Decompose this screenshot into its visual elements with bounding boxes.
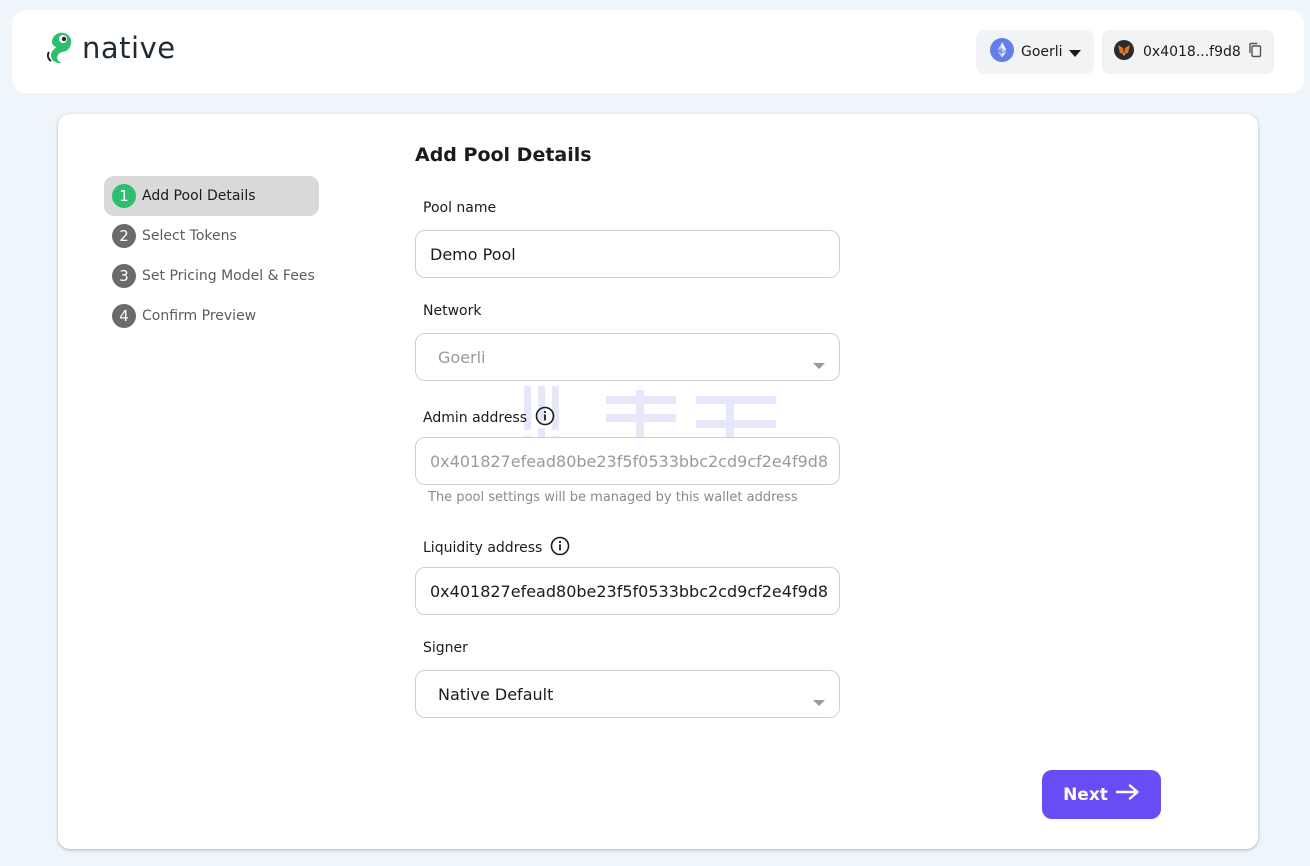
logo[interactable]: native xyxy=(46,30,176,66)
wallet-address-button[interactable]: 0x4018...f9d8 xyxy=(1102,30,1274,74)
stepper: 1 Add Pool Details 2 Select Tokens 3 Set… xyxy=(104,176,319,336)
signer-select-value: Native Default xyxy=(438,684,554,704)
step-label: Add Pool Details xyxy=(142,188,256,204)
ethereum-icon xyxy=(990,38,1014,66)
pool-name-label: Pool name xyxy=(423,200,496,216)
step-number: 3 xyxy=(112,264,136,288)
logo-text: native xyxy=(82,31,176,65)
pool-name-label-text: Pool name xyxy=(423,200,497,216)
info-icon[interactable] xyxy=(550,536,570,560)
step-number: 1 xyxy=(112,184,136,208)
info-icon[interactable] xyxy=(535,406,555,430)
admin-address-field[interactable] xyxy=(415,437,840,485)
admin-address-label: Admin address xyxy=(423,406,555,430)
admin-address-input[interactable] xyxy=(430,451,839,471)
step-set-pricing-model[interactable]: 3 Set Pricing Model & Fees xyxy=(104,256,319,296)
step-number: 4 xyxy=(112,304,136,328)
signer-select[interactable]: Native Default xyxy=(415,670,840,718)
network-select[interactable]: Goerli xyxy=(415,333,840,381)
native-logo-icon xyxy=(46,30,76,66)
step-add-pool-details[interactable]: 1 Add Pool Details xyxy=(104,176,319,216)
step-label: Confirm Preview xyxy=(142,308,257,324)
caret-down-icon xyxy=(1068,43,1081,62)
pool-name-input[interactable] xyxy=(430,244,839,264)
metamask-fox-icon xyxy=(1114,40,1134,64)
network-label: Goerli xyxy=(1021,44,1063,60)
step-number: 2 xyxy=(112,224,136,248)
copy-icon[interactable] xyxy=(1248,42,1262,62)
liquidity-address-label: Liquidity address xyxy=(423,536,570,560)
dropdown-arrow-icon xyxy=(813,692,825,711)
dropdown-arrow-icon xyxy=(813,355,825,374)
arrow-right-icon xyxy=(1115,784,1140,805)
create-pool-card: 1 Add Pool Details 2 Select Tokens 3 Set… xyxy=(58,114,1258,849)
step-label: Select Tokens xyxy=(142,228,237,244)
admin-address-helper-text: The pool settings will be managed by thi… xyxy=(428,490,798,505)
step-confirm-preview[interactable]: 4 Confirm Preview xyxy=(104,296,319,336)
step-select-tokens[interactable]: 2 Select Tokens xyxy=(104,216,319,256)
next-button[interactable]: Next xyxy=(1042,770,1161,819)
wallet-address-label: 0x4018...f9d8 xyxy=(1143,44,1241,60)
signer-label-text: Signer xyxy=(423,640,468,656)
network-label: Network xyxy=(423,303,481,319)
network-label-text: Network xyxy=(423,303,482,319)
admin-address-label-text: Admin address xyxy=(423,410,528,426)
liquidity-address-field[interactable] xyxy=(415,567,840,615)
network-select-value: Goerli xyxy=(438,347,486,367)
liquidity-address-label-text: Liquidity address xyxy=(423,540,543,556)
next-button-label: Next xyxy=(1063,784,1108,805)
step-label: Set Pricing Model & Fees xyxy=(142,268,315,284)
signer-label: Signer xyxy=(423,640,468,656)
liquidity-address-input[interactable] xyxy=(430,581,839,601)
pool-name-field[interactable] xyxy=(415,230,840,278)
top-bar: native Goerli 0x4018...f9d8 xyxy=(12,10,1304,93)
network-selector-button[interactable]: Goerli xyxy=(976,30,1094,74)
page-title: Add Pool Details xyxy=(415,144,592,166)
